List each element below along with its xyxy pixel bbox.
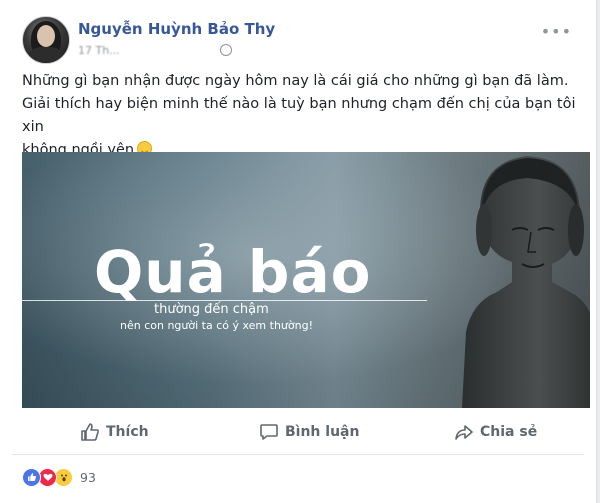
like-label: Thích — [106, 424, 149, 440]
post-text: Những gì bạn nhận được ngày hôm nay là c… — [22, 70, 582, 162]
comment-button[interactable]: Bình luận — [259, 420, 359, 444]
reactions-summary[interactable]: 93 — [22, 467, 96, 487]
reactions-count[interactable]: 93 — [80, 470, 96, 485]
author-name[interactable]: Nguyễn Huỳnh Bảo Thy — [78, 20, 275, 38]
like-button[interactable]: Thích — [80, 420, 149, 444]
share-icon — [455, 425, 473, 440]
post-image[interactable]: Quả báo thường đến chậm nên con người ta… — [22, 152, 590, 408]
post-header: Nguyễn Huỳnh Bảo Thy 17 Th... ••• — [22, 16, 582, 66]
image-title: Quả báo — [94, 238, 372, 306]
post-text-line: Những gì bạn nhận được ngày hôm nay là c… — [22, 73, 569, 89]
image-divider-line — [22, 300, 427, 301]
share-label: Chia sẻ — [480, 424, 538, 440]
avatar-face — [37, 25, 55, 47]
globe-icon — [220, 44, 232, 56]
avatar-body — [29, 47, 63, 63]
post-card: Nguyễn Huỳnh Bảo Thy 17 Th... ••• Những … — [0, 0, 597, 503]
comment-icon — [260, 424, 278, 440]
image-caption: nên con người ta có ý xem thường! — [120, 319, 313, 332]
reactions-divider — [12, 454, 584, 455]
image-subtitle: thường đến chậm — [154, 302, 269, 317]
post-actions-bar: Thích Bình luận Chia sẻ — [22, 416, 582, 448]
post-text-line: Giải thích hay biện minh thế nào là tuỳ … — [22, 96, 576, 135]
comment-label: Bình luận — [285, 424, 360, 440]
thumbs-up-icon — [81, 423, 99, 441]
share-button[interactable]: Chia sẻ — [454, 420, 537, 444]
post-timestamp[interactable]: 17 Th... — [78, 44, 120, 57]
author-avatar[interactable] — [22, 16, 70, 64]
more-options-icon[interactable]: ••• — [541, 22, 572, 41]
buddha-statue-icon — [462, 156, 590, 408]
like-icon — [22, 467, 41, 487]
